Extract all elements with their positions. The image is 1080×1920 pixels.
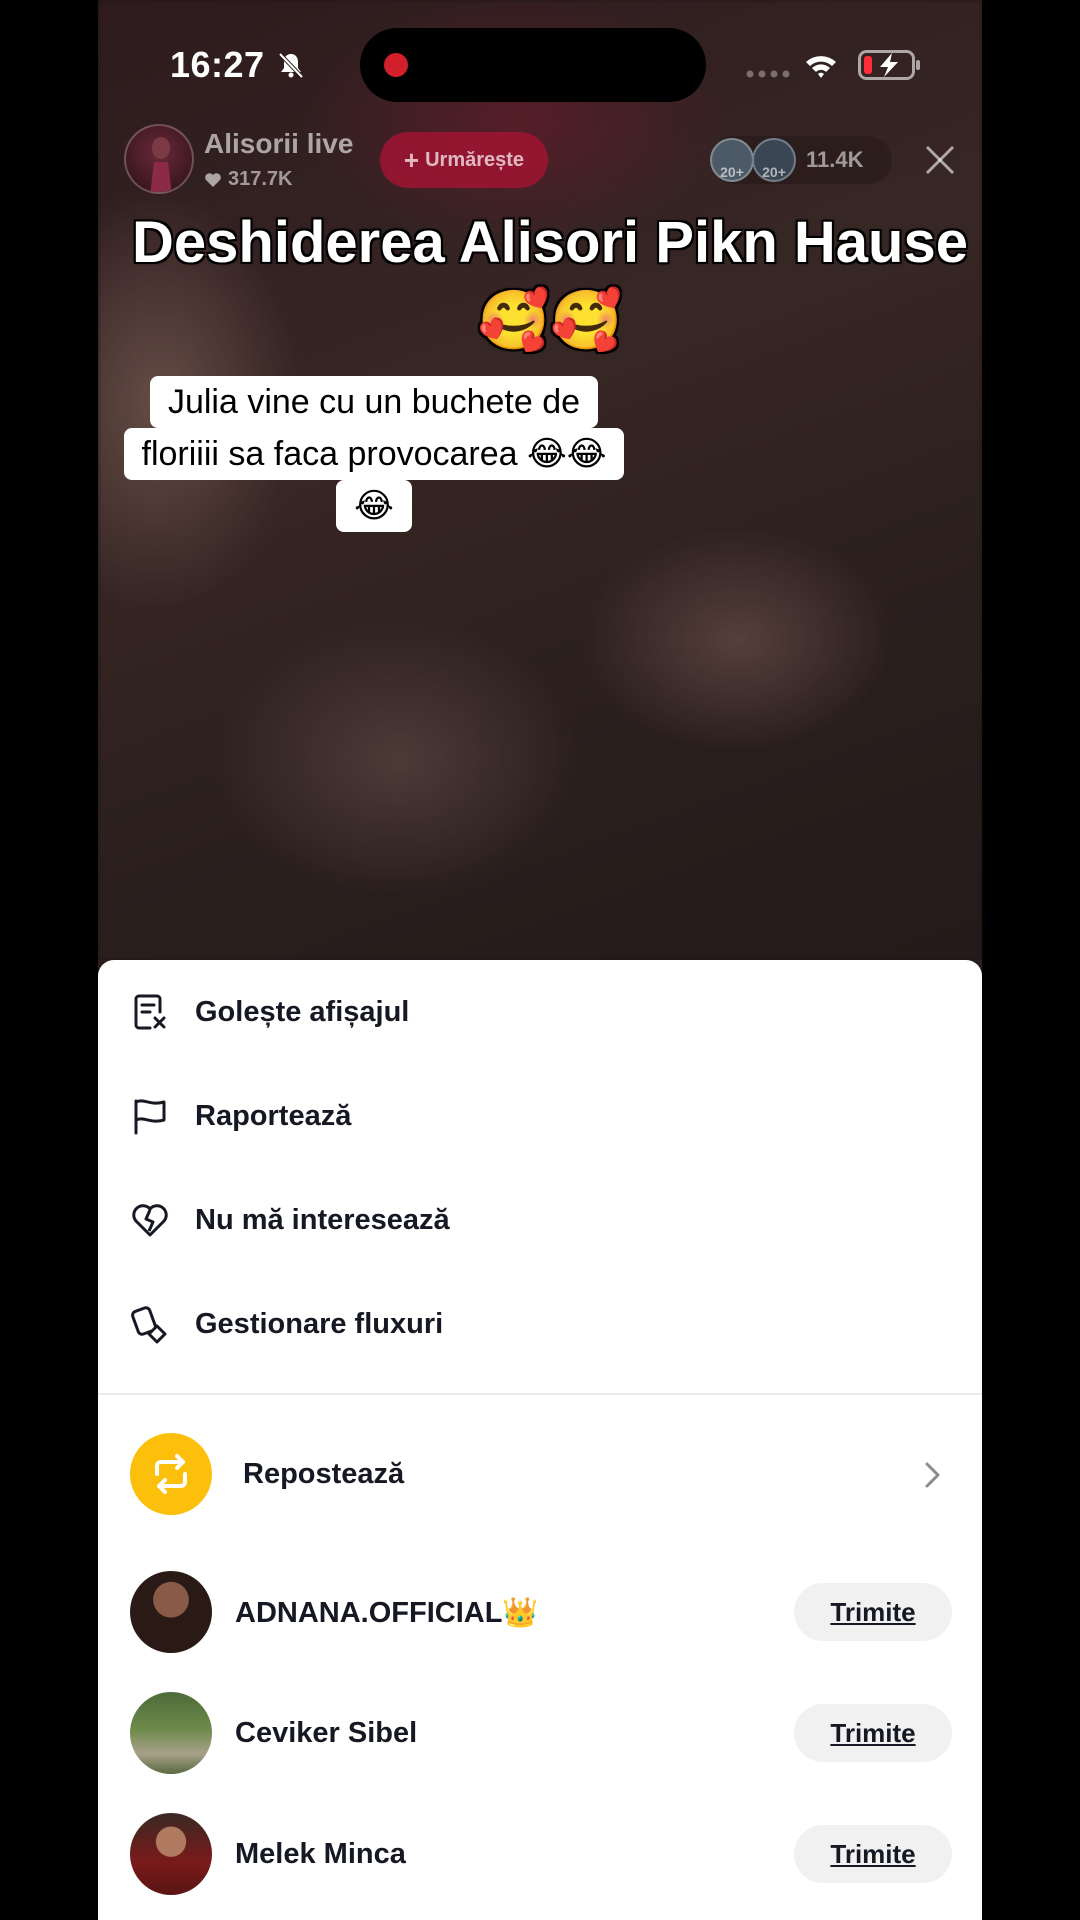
contact-name: ADNANA.OFFICIAL👑 bbox=[235, 1597, 539, 1629]
share-sheet: Golește afișajul Raportează Nu mă intere… bbox=[98, 960, 982, 1920]
contact-avatar[interactable] bbox=[130, 1813, 212, 1895]
heart-icon bbox=[205, 172, 221, 187]
clear-display-icon bbox=[134, 994, 166, 1030]
phone-screen: 16:27 Alisorii live 317.7K + Urmărește 2… bbox=[98, 0, 982, 1920]
cellular-signal-icon bbox=[746, 70, 790, 78]
menu-label: Golește afișajul bbox=[195, 995, 410, 1028]
contact-avatar[interactable] bbox=[130, 1571, 212, 1653]
manage-feed-icon bbox=[131, 1306, 167, 1344]
repost-button[interactable] bbox=[130, 1433, 212, 1515]
flag-icon bbox=[134, 1099, 166, 1135]
repost-label: Repostează bbox=[243, 1458, 405, 1490]
follow-label: Urmărește bbox=[425, 148, 525, 171]
repost-icon bbox=[155, 1454, 187, 1494]
recording-indicator-icon bbox=[384, 53, 408, 77]
host-name[interactable]: Alisorii live bbox=[204, 128, 353, 160]
sticker-line: floriiii sa faca provocarea 😂😂 bbox=[123, 428, 625, 480]
dynamic-island bbox=[360, 28, 706, 102]
video-caption: Deshiderea Alisori Pikn Hause 🥰🥰 bbox=[130, 204, 970, 360]
contact-row[interactable]: Ceviker Sibel Trimite bbox=[98, 1684, 982, 1784]
host-likes: 317.7K bbox=[204, 168, 293, 191]
send-button[interactable]: Trimite bbox=[794, 1583, 952, 1641]
viewers-pill[interactable]: 20+ 20+ 11.4K bbox=[710, 136, 892, 184]
wifi-icon bbox=[806, 56, 836, 78]
status-time: 16:27 bbox=[170, 44, 265, 85]
menu-item-report[interactable]: Raportează bbox=[98, 1064, 982, 1168]
contact-row[interactable]: Melek Minca Trimite bbox=[98, 1805, 982, 1905]
contact-name: Melek Minca bbox=[235, 1838, 406, 1870]
caption-emoji: 🥰🥰 bbox=[477, 288, 623, 353]
menu-item-clear-display[interactable]: Golește afișajul bbox=[98, 960, 982, 1064]
menu-item-not-interested[interactable]: Nu mă interesează bbox=[98, 1168, 982, 1272]
divider bbox=[98, 1393, 982, 1395]
send-button[interactable]: Trimite bbox=[794, 1704, 952, 1762]
menu-label: Raportează bbox=[195, 1099, 352, 1132]
contact-row[interactable]: ADNANA.OFFICIAL👑 Trimite bbox=[98, 1563, 982, 1663]
text-sticker: Julia vine cu un buchete de floriiii sa … bbox=[98, 376, 664, 532]
send-button[interactable]: Trimite bbox=[794, 1825, 952, 1883]
close-icon[interactable] bbox=[924, 144, 956, 176]
menu-label: Gestionare fluxuri bbox=[195, 1307, 444, 1340]
sticker-line: 😂 bbox=[336, 480, 412, 532]
viewer-avatar: 20+ bbox=[710, 138, 754, 182]
silent-bell-icon bbox=[278, 52, 304, 79]
sticker-line: Julia vine cu un buchete de bbox=[149, 376, 599, 428]
likes-count: 317.7K bbox=[228, 168, 293, 190]
plus-icon: + bbox=[403, 145, 420, 175]
menu-item-manage-feeds[interactable]: Gestionare fluxuri bbox=[98, 1272, 982, 1376]
repost-row[interactable]: Repostează bbox=[98, 1425, 982, 1525]
viewer-count: 11.4K bbox=[806, 147, 864, 172]
follow-button[interactable]: + Urmărește bbox=[380, 132, 548, 188]
battery-charging-icon bbox=[858, 50, 920, 80]
contact-avatar[interactable] bbox=[130, 1692, 212, 1774]
menu-label: Nu mă interesează bbox=[195, 1203, 450, 1236]
contact-name: Ceviker Sibel bbox=[235, 1717, 418, 1749]
viewer-avatar: 20+ bbox=[752, 138, 796, 182]
caption-line: Deshiderea Alisori Pikn Hause bbox=[132, 210, 968, 275]
broken-heart-icon bbox=[132, 1204, 168, 1237]
host-avatar[interactable] bbox=[124, 124, 194, 194]
chevron-right-icon bbox=[925, 1462, 940, 1488]
